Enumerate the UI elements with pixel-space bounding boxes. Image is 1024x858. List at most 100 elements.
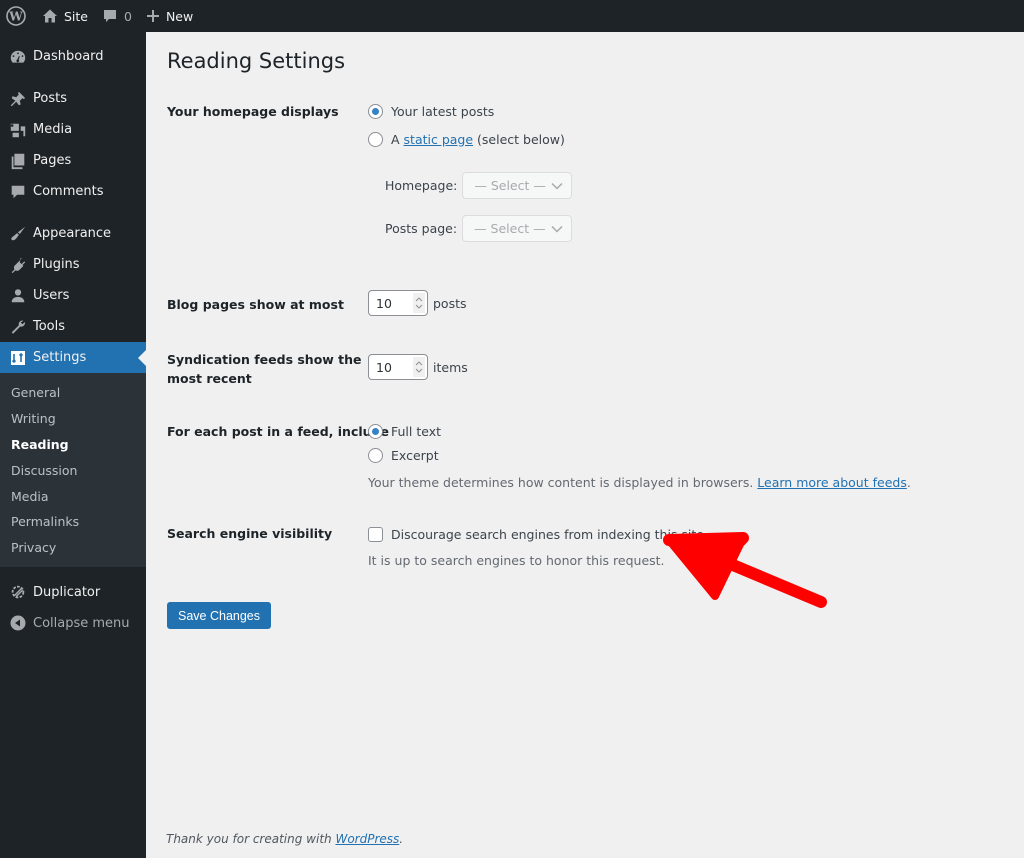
new-content-menu[interactable]: New xyxy=(139,0,200,32)
syndication-label-line2: most recent xyxy=(167,371,252,386)
wordpress-menu[interactable]: W xyxy=(0,0,35,32)
save-changes-button[interactable]: Save Changes xyxy=(167,602,272,629)
home-icon xyxy=(42,8,58,24)
posts-page-select[interactable]: — Select — xyxy=(462,215,573,242)
page-title: Reading Settings xyxy=(167,49,346,73)
red-arrow-annotation xyxy=(663,532,827,608)
syndication-row: 10 items xyxy=(368,354,468,380)
sidebar-item-tools[interactable]: Tools xyxy=(0,311,146,342)
plus-icon xyxy=(146,9,160,23)
submenu-item-writing[interactable]: Writing xyxy=(0,406,146,432)
blog-pages-label: Blog pages show at most xyxy=(167,297,344,312)
main-content: Reading Settings Your homepage displays … xyxy=(146,32,1024,858)
homepage-select-row: Homepage: — Select — xyxy=(385,172,573,199)
sidebar-item-comments[interactable]: Comments xyxy=(0,176,146,207)
radio-full-text[interactable] xyxy=(368,424,383,439)
syndication-label: Syndication feeds show the most recent xyxy=(167,350,362,388)
option-static-page[interactable]: A static page (select below) xyxy=(368,130,565,149)
sidebar-item-posts[interactable]: Posts xyxy=(0,83,146,114)
admin-sidebar: Dashboard Posts Media Pages Comments App… xyxy=(0,32,146,858)
pin-icon xyxy=(8,89,28,109)
search-visibility-label: Search engine visibility xyxy=(167,526,333,541)
radio-latest-posts[interactable] xyxy=(368,104,383,119)
syndication-input[interactable]: 10 xyxy=(368,354,428,380)
sidebar-item-label: Users xyxy=(33,288,70,303)
site-label: Site xyxy=(64,8,88,24)
syndication-value: 10 xyxy=(376,359,392,375)
pages-icon xyxy=(8,151,28,171)
admin-bar: W Site 0 New xyxy=(0,0,1024,32)
wordpress-logo-icon: W xyxy=(6,6,26,26)
chevron-down-icon xyxy=(551,221,563,236)
spinner-arrows-icon[interactable] xyxy=(413,357,425,377)
option-excerpt[interactable]: Excerpt xyxy=(368,446,439,465)
comments-menu[interactable]: 0 xyxy=(95,0,139,32)
comment-icon xyxy=(8,182,28,202)
collapse-arrow-icon xyxy=(8,613,28,633)
footer-period: . xyxy=(399,832,404,846)
new-label: New xyxy=(165,8,194,24)
feed-description: Your theme determines how content is dis… xyxy=(368,475,911,490)
sidebar-item-users[interactable]: Users xyxy=(0,280,146,311)
settings-icon xyxy=(8,348,28,368)
wrench-icon xyxy=(8,317,28,337)
search-visibility-description: It is up to search engines to honor this… xyxy=(368,553,665,568)
submenu-item-reading[interactable]: Reading xyxy=(0,432,146,458)
option-full-text[interactable]: Full text xyxy=(368,422,441,441)
submenu-item-privacy[interactable]: Privacy xyxy=(0,535,146,561)
option-latest-posts[interactable]: Your latest posts xyxy=(368,102,494,121)
homepage-select[interactable]: — Select — xyxy=(462,172,573,199)
radio-excerpt[interactable] xyxy=(368,448,383,463)
sidebar-item-label: Plugins xyxy=(33,257,80,272)
spinner-arrows-icon[interactable] xyxy=(413,293,425,313)
option-latest-posts-label: Your latest posts xyxy=(391,104,495,119)
sidebar-item-label: Comments xyxy=(33,184,104,199)
plugin-icon xyxy=(8,255,28,275)
period: . xyxy=(906,475,911,490)
user-icon xyxy=(8,286,28,306)
homepage-select-label: Homepage: xyxy=(385,178,458,193)
submenu-item-discussion[interactable]: Discussion xyxy=(0,457,146,483)
posts-page-select-row: Posts page: — Select — xyxy=(385,215,573,242)
radio-static-page[interactable] xyxy=(368,132,383,147)
duplicator-icon xyxy=(8,582,28,602)
sidebar-item-plugins[interactable]: Plugins xyxy=(0,249,146,280)
homepage-displays-label: Your homepage displays xyxy=(167,104,339,119)
submenu-item-permalinks[interactable]: Permalinks xyxy=(0,509,146,535)
sidebar-item-duplicator[interactable]: Duplicator xyxy=(0,577,146,608)
blog-pages-input[interactable]: 10 xyxy=(368,290,428,316)
sidebar-item-dashboard[interactable]: Dashboard xyxy=(0,41,146,72)
blog-pages-value: 10 xyxy=(376,295,392,311)
collapse-menu-button[interactable]: Collapse menu xyxy=(0,608,146,639)
feed-description-text: Your theme determines how content is dis… xyxy=(368,475,754,490)
sidebar-item-media[interactable]: Media xyxy=(0,114,146,145)
static-page-link[interactable]: static page xyxy=(404,132,474,147)
sidebar-item-label: Pages xyxy=(33,153,72,168)
learn-more-feeds-link[interactable]: Learn more about feeds xyxy=(757,475,907,490)
chevron-down-icon xyxy=(551,178,563,193)
sidebar-item-label: Posts xyxy=(33,91,67,106)
discourage-search-engines[interactable]: Discourage search engines from indexing … xyxy=(368,525,704,544)
collapse-label: Collapse menu xyxy=(33,615,130,631)
syndication-unit: items xyxy=(433,359,468,375)
submenu-item-media[interactable]: Media xyxy=(0,483,146,509)
settings-submenu: General Writing Reading Discussion Media… xyxy=(0,373,146,567)
sidebar-item-label: Appearance xyxy=(33,226,112,241)
sidebar-item-pages[interactable]: Pages xyxy=(0,145,146,176)
site-menu[interactable]: Site xyxy=(35,0,95,32)
syndication-label-line1: Syndication feeds show the xyxy=(167,352,362,367)
discourage-search-checkbox[interactable] xyxy=(368,527,383,542)
wordpress-link[interactable]: WordPress xyxy=(335,832,399,846)
blog-pages-unit: posts xyxy=(433,295,467,311)
sidebar-item-settings[interactable]: Settings xyxy=(0,342,146,373)
dashboard-icon xyxy=(8,47,28,67)
media-icon xyxy=(8,120,28,140)
submenu-item-general[interactable]: General xyxy=(0,380,146,406)
sidebar-item-appearance[interactable]: Appearance xyxy=(0,218,146,249)
svg-text:W: W xyxy=(8,10,23,24)
footer-text: Thank you for creating with xyxy=(166,832,332,846)
static-prefix: A xyxy=(391,132,400,147)
comment-icon xyxy=(102,8,118,24)
comments-count: 0 xyxy=(124,8,132,24)
discourage-search-label: Discourage search engines from indexing … xyxy=(391,527,704,542)
